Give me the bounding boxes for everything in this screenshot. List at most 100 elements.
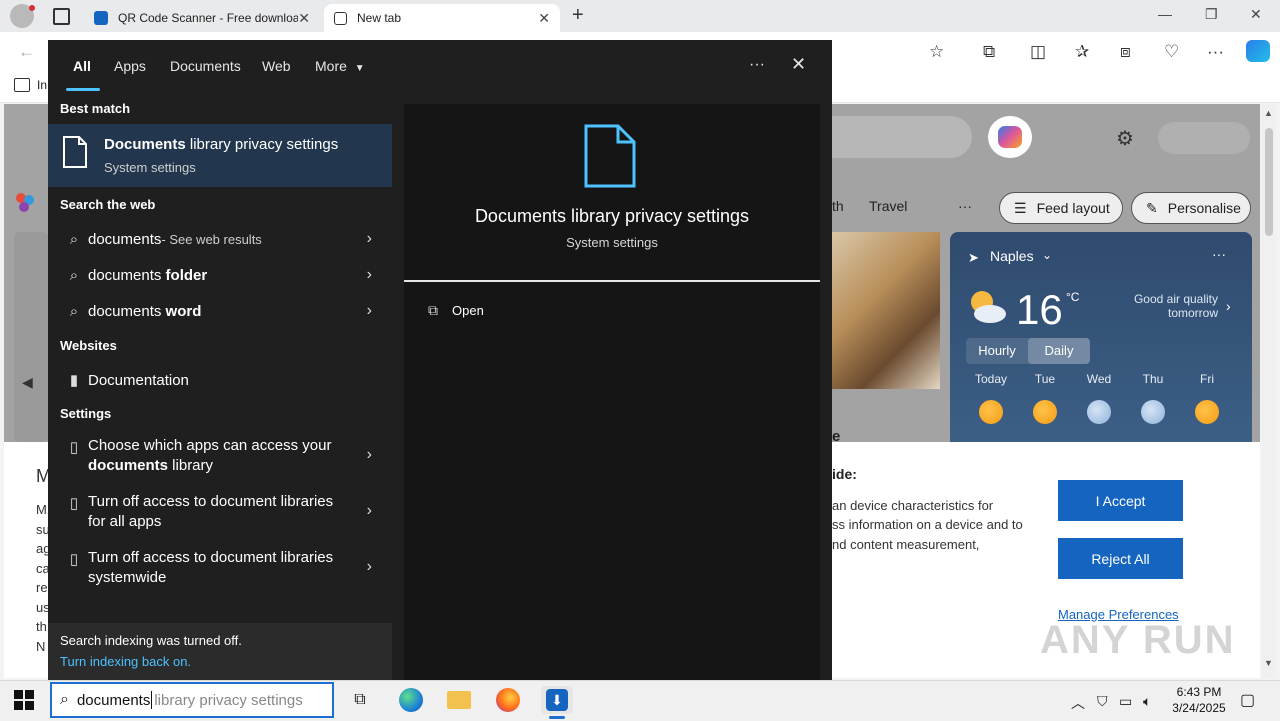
new-tab-button[interactable]: + xyxy=(572,4,584,27)
scroll-up-icon[interactable]: ▲ xyxy=(1264,108,1273,118)
tab-more[interactable]: More ▼ xyxy=(315,58,365,74)
forecast-day[interactable]: Tue xyxy=(1018,372,1072,424)
chevron-right-icon[interactable]: › xyxy=(367,502,372,520)
minimize-icon[interactable]: — xyxy=(1158,6,1172,22)
chevron-right-icon[interactable]: › xyxy=(367,266,372,284)
watermark-logo: ANY RUN xyxy=(1040,618,1236,662)
air-quality-text[interactable]: Good air quality tomorrow xyxy=(1118,292,1218,320)
carousel-prev-icon[interactable]: ◀ xyxy=(22,374,33,391)
split-screen-icon[interactable]: ◫ xyxy=(1030,42,1046,62)
active-tab-indicator xyxy=(66,88,100,91)
copilot-icon[interactable] xyxy=(1246,40,1270,62)
extensions-icon[interactable]: ⧉ xyxy=(983,42,995,62)
open-external-icon: ⧉ xyxy=(428,301,438,318)
settings-result-item[interactable]: ▯ Choose which apps can access your docu… xyxy=(48,436,392,480)
chevron-right-icon[interactable]: › xyxy=(367,302,372,320)
page-settings-gear-icon[interactable]: ⚙ xyxy=(1116,126,1134,151)
favorites-bar-item[interactable]: In xyxy=(37,78,47,92)
website-result-item[interactable]: ▮ Documentation xyxy=(48,365,392,395)
chevron-right-icon[interactable]: › xyxy=(367,558,372,576)
tab-all[interactable]: All xyxy=(73,58,91,74)
notifications-icon[interactable]: ▢ xyxy=(1240,690,1255,710)
new-tab-favicon-icon xyxy=(334,11,347,25)
close-window-icon[interactable]: ✕ xyxy=(1250,6,1262,23)
sun-cloud-icon xyxy=(1195,400,1219,424)
favorite-star-icon[interactable]: ☆ xyxy=(929,42,944,62)
security-icon[interactable]: ⛉ xyxy=(1097,693,1108,710)
weather-next-icon[interactable]: › xyxy=(1226,298,1231,314)
close-tab-icon[interactable]: ✕ xyxy=(298,10,310,27)
daily-tab[interactable]: Daily xyxy=(1028,338,1090,364)
nav-more-icon[interactable]: ··· xyxy=(958,198,972,214)
nav-item-travel[interactable]: Travel xyxy=(869,198,907,214)
personalise-button[interactable]: ✎ Personalise xyxy=(1131,192,1251,224)
tab-documents[interactable]: Documents xyxy=(170,58,241,74)
forecast-day[interactable]: Fri xyxy=(1180,372,1234,424)
favorites-icon[interactable]: ✰ xyxy=(1075,42,1089,62)
tab-apps[interactable]: Apps xyxy=(114,58,146,74)
clock[interactable]: 6:43 PM 3/24/2025 xyxy=(1168,684,1230,716)
volume-icon[interactable]: 🔈︎ xyxy=(1143,693,1151,710)
import-favorites-icon[interactable] xyxy=(14,78,30,92)
close-tab-icon[interactable]: ✕ xyxy=(538,10,550,27)
weather-card[interactable]: ➤ Naples ⌄ ··· 16 °C Good air quality to… xyxy=(950,232,1252,442)
scrollbar-thumb[interactable] xyxy=(1265,128,1273,236)
sign-in-button[interactable] xyxy=(1158,122,1250,154)
web-result-item[interactable]: ⌕ documents word › xyxy=(48,296,392,326)
chevron-right-icon[interactable]: › xyxy=(367,446,372,464)
tab-web[interactable]: Web xyxy=(262,58,291,74)
settings-result-item[interactable]: ▯ Turn off access to document libraries … xyxy=(48,548,392,592)
scroll-down-icon[interactable]: ▼ xyxy=(1264,658,1273,668)
network-icon[interactable]: ▭ xyxy=(1119,693,1132,710)
city-dropdown-icon[interactable]: ⌄ xyxy=(1042,248,1052,262)
file-explorer-icon[interactable] xyxy=(443,686,475,714)
turn-indexing-on-link[interactable]: Turn indexing back on. xyxy=(60,654,191,669)
task-view-icon[interactable]: ⧉ xyxy=(344,686,376,714)
weather-more-icon[interactable]: ··· xyxy=(1212,246,1226,262)
close-search-icon[interactable]: ✕ xyxy=(791,54,806,75)
options-menu-icon[interactable]: ··· xyxy=(749,56,765,74)
news-headline-fragment[interactable]: e xyxy=(832,428,840,445)
web-query-bold: folder xyxy=(165,266,208,284)
tab-new-tab[interactable]: New tab ✕ xyxy=(324,4,560,32)
forecast-day[interactable]: Today xyxy=(964,372,1018,424)
show-hidden-icons-icon[interactable]: ︿ xyxy=(1071,693,1085,713)
collections-icon[interactable]: ⧈ xyxy=(1120,42,1131,62)
reject-all-button[interactable]: Reject All xyxy=(1058,538,1183,579)
news-card-image[interactable] xyxy=(832,232,940,389)
web-result-item[interactable]: ⌕ documents - See web results › xyxy=(48,224,392,254)
search-icon: ⌕ xyxy=(69,302,79,320)
open-action[interactable]: ⧉ Open xyxy=(404,292,820,328)
tab-qr-code-scanner[interactable]: QR Code Scanner - Free downloa ✕ xyxy=(84,4,320,32)
weather-city[interactable]: Naples xyxy=(990,248,1034,264)
web-suffix: - See web results xyxy=(161,231,262,247)
forecast-day[interactable]: Wed xyxy=(1072,372,1126,424)
settings-bold: documents xyxy=(88,457,169,474)
performance-icon[interactable]: ♡ xyxy=(1164,42,1179,62)
sun-cloud-icon xyxy=(1033,400,1057,424)
firefox-icon[interactable] xyxy=(492,686,524,714)
edge-browser-icon[interactable] xyxy=(395,686,427,714)
tab-more-label: More xyxy=(315,58,347,74)
chevron-right-icon[interactable]: › xyxy=(367,230,372,248)
forecast-day[interactable]: Thu xyxy=(1126,372,1180,424)
installer-app-icon[interactable]: ⬇ xyxy=(541,686,573,714)
settings-result-item[interactable]: ▯ Turn off access to document libraries … xyxy=(48,492,392,536)
text-caret xyxy=(151,691,153,709)
paint-icon: ✎ xyxy=(1146,199,1158,216)
weather-unit[interactable]: °C xyxy=(1066,290,1079,304)
nav-item-health[interactable]: th xyxy=(832,198,844,214)
web-result-item[interactable]: ⌕ documents folder › xyxy=(48,260,392,290)
copilot-page-button[interactable] xyxy=(988,116,1032,158)
feed-layout-button[interactable]: ☰ Feed layout xyxy=(999,192,1123,224)
settings-more-icon[interactable]: ··· xyxy=(1207,42,1224,62)
web-query-bold: word xyxy=(165,302,202,320)
taskbar-search-input[interactable]: ⌕ documents library privacy settings xyxy=(50,682,334,718)
best-match-result[interactable]: Documents library privacy settings Syste… xyxy=(48,124,392,187)
restore-icon[interactable]: ❐ xyxy=(1205,6,1218,23)
start-button[interactable] xyxy=(14,690,34,715)
hourly-tab[interactable]: Hourly xyxy=(966,338,1028,364)
tab-actions-icon[interactable] xyxy=(53,8,70,25)
back-icon[interactable]: ← xyxy=(18,42,35,62)
accept-button[interactable]: I Accept xyxy=(1058,480,1183,521)
